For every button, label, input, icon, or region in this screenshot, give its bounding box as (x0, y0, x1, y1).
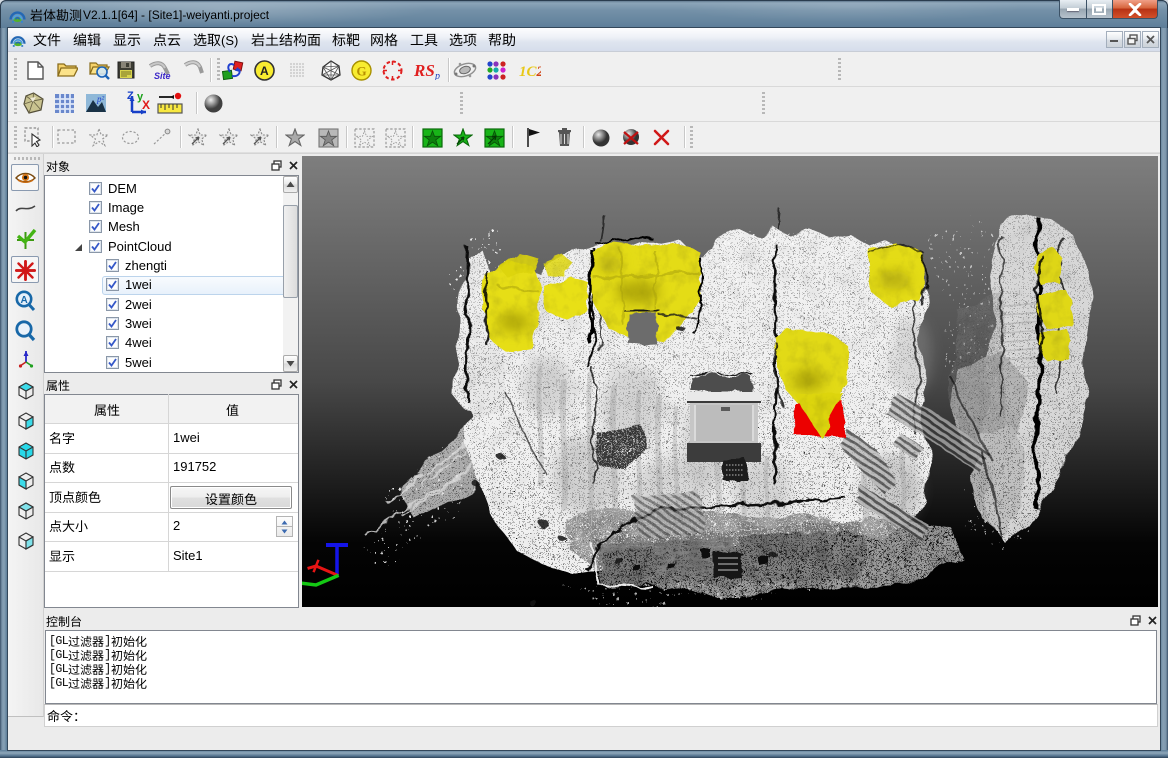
svg-text:G: G (357, 64, 367, 79)
svg-text:X: X (142, 98, 150, 112)
svg-text:p: p (434, 71, 440, 80)
svg-text:Site: Site (154, 71, 171, 81)
svg-text:1C2: 1C2 (519, 64, 541, 80)
svg-text:p²: p² (96, 94, 105, 104)
svg-text:A: A (21, 295, 28, 306)
svg-text:A: A (260, 64, 269, 78)
svg-text:Z: Z (127, 90, 134, 102)
svg-text:RS: RS (414, 61, 435, 80)
